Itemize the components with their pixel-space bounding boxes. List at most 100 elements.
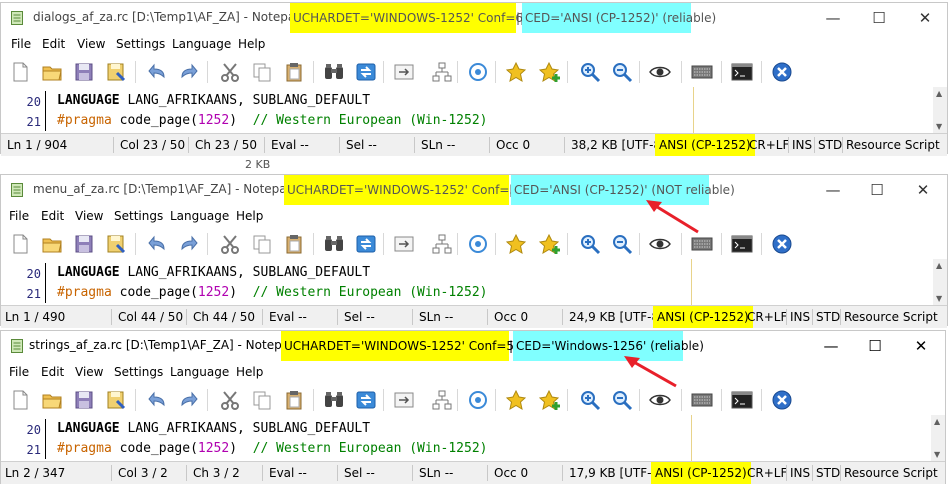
copy-icon[interactable] xyxy=(251,233,273,255)
status-eol[interactable]: CR+LF xyxy=(743,462,791,484)
scroll-up-icon[interactable]: ▲ xyxy=(934,417,940,426)
star-icon[interactable] xyxy=(505,389,527,411)
find-icon[interactable] xyxy=(323,233,345,255)
terminal-icon[interactable] xyxy=(731,61,753,83)
title-bar[interactable]: strings_af_za.rc [D:\Temp1\AF_ZA] - Note… xyxy=(1,331,945,361)
menu-view[interactable]: View xyxy=(77,37,105,51)
status-eol[interactable]: CR+LF xyxy=(743,306,791,328)
open-folder-icon[interactable] xyxy=(41,233,63,255)
title-bar[interactable]: menu_af_za.rc [D:\Temp1\AF_ZA] - Notepad… xyxy=(1,175,947,205)
goto-icon[interactable] xyxy=(393,61,415,83)
status-ins[interactable]: INS xyxy=(786,462,814,484)
keyboard-icon[interactable] xyxy=(691,233,713,255)
scroll-up-icon[interactable]: ▲ xyxy=(936,261,942,270)
star-plus-icon[interactable] xyxy=(538,389,561,411)
scroll-down-icon[interactable]: ▼ xyxy=(934,450,940,459)
minimize-button[interactable]: — xyxy=(823,180,843,200)
scroll-down-icon[interactable]: ▼ xyxy=(936,294,942,303)
replace-icon[interactable] xyxy=(355,61,377,83)
star-plus-icon[interactable] xyxy=(538,233,561,255)
copy-icon[interactable] xyxy=(251,389,273,411)
scroll-down-icon[interactable]: ▼ xyxy=(936,122,942,131)
scroll-up-icon[interactable]: ▲ xyxy=(936,89,942,98)
status-occurrences[interactable]: Occ 0 xyxy=(492,134,534,156)
status-selection[interactable]: Sel -- xyxy=(342,134,381,156)
find-icon[interactable] xyxy=(323,61,345,83)
status-ins[interactable]: INS xyxy=(788,134,816,156)
keyboard-icon[interactable] xyxy=(691,389,713,411)
status-occurrences[interactable]: Occ 0 xyxy=(490,306,532,328)
new-file-icon[interactable] xyxy=(9,233,31,255)
paste-icon[interactable] xyxy=(283,233,305,255)
editor[interactable]: 20 21 LANGUAGE LANG_AFRIKAANS, SUBLANG_D… xyxy=(1,259,947,305)
menu-edit[interactable]: Edit xyxy=(41,209,64,223)
cut-icon[interactable] xyxy=(219,233,241,255)
paste-icon[interactable] xyxy=(283,389,305,411)
menu-language[interactable]: Language xyxy=(170,209,229,223)
terminal-icon[interactable] xyxy=(731,233,753,255)
status-column[interactable]: Col 3 / 2 xyxy=(114,462,172,484)
status-eval[interactable]: Eval -- xyxy=(265,462,311,484)
undo-icon[interactable] xyxy=(147,389,169,411)
menu-view[interactable]: View xyxy=(75,209,103,223)
status-line[interactable]: Ln 2 / 347 xyxy=(1,462,69,484)
status-selected-lines[interactable]: SLn -- xyxy=(415,462,457,484)
undo-icon[interactable] xyxy=(147,61,169,83)
close-button[interactable]: ✕ xyxy=(915,8,935,28)
copy-icon[interactable] xyxy=(251,61,273,83)
menu-help[interactable]: Help xyxy=(238,37,265,51)
replace-icon[interactable] xyxy=(355,233,377,255)
status-line[interactable]: Ln 1 / 904 xyxy=(3,134,71,156)
status-column[interactable]: Col 23 / 50 xyxy=(116,134,189,156)
maximize-button[interactable]: ☐ xyxy=(869,8,889,28)
status-line[interactable]: Ln 1 / 490 xyxy=(1,306,69,328)
cut-icon[interactable] xyxy=(219,61,241,83)
status-eol[interactable]: CR+LF xyxy=(745,134,793,156)
status-selection[interactable]: Sel -- xyxy=(340,462,379,484)
exit-icon[interactable] xyxy=(771,61,793,83)
find-icon[interactable] xyxy=(323,389,345,411)
new-file-icon[interactable] xyxy=(9,61,31,83)
zoom-fit-icon[interactable] xyxy=(467,389,489,411)
terminal-icon[interactable] xyxy=(731,389,753,411)
redo-icon[interactable] xyxy=(177,389,199,411)
paste-icon[interactable] xyxy=(283,61,305,83)
tree-icon[interactable] xyxy=(431,61,453,83)
minimize-button[interactable]: — xyxy=(823,8,843,28)
vertical-scrollbar[interactable]: ▲ ▼ xyxy=(933,259,947,305)
status-selected-lines[interactable]: SLn -- xyxy=(417,134,459,156)
close-button[interactable]: ✕ xyxy=(911,336,931,356)
save-icon[interactable] xyxy=(73,233,95,255)
status-char[interactable]: Ch 44 / 50 xyxy=(189,306,259,328)
goto-icon[interactable] xyxy=(393,233,415,255)
status-eval[interactable]: Eval -- xyxy=(265,306,311,328)
status-eval[interactable]: Eval -- xyxy=(267,134,313,156)
status-encoding[interactable]: ANSI (CP-1252) xyxy=(653,306,753,328)
view-icon[interactable] xyxy=(649,61,671,83)
zoom-in-icon[interactable] xyxy=(579,233,601,255)
vertical-scrollbar[interactable]: ▲ ▼ xyxy=(931,415,945,461)
menu-file[interactable]: File xyxy=(11,37,31,51)
tree-icon[interactable] xyxy=(431,233,453,255)
exit-icon[interactable] xyxy=(771,233,793,255)
menu-edit[interactable]: Edit xyxy=(42,37,65,51)
redo-icon[interactable] xyxy=(177,233,199,255)
status-char[interactable]: Ch 23 / 50 xyxy=(191,134,261,156)
menu-help[interactable]: Help xyxy=(236,365,263,379)
zoom-out-icon[interactable] xyxy=(611,61,633,83)
status-lexer[interactable]: Resource Script xyxy=(840,306,942,328)
status-selected-lines[interactable]: SLn -- xyxy=(415,306,457,328)
save-as-icon[interactable] xyxy=(105,389,127,411)
status-occurrences[interactable]: Occ 0 xyxy=(490,462,532,484)
maximize-button[interactable]: ☐ xyxy=(865,336,885,356)
new-file-icon[interactable] xyxy=(9,389,31,411)
open-folder-icon[interactable] xyxy=(41,389,63,411)
menu-settings[interactable]: Settings xyxy=(114,365,163,379)
editor[interactable]: 20 21 LANGUAGE LANG_AFRIKAANS, SUBLANG_D… xyxy=(1,415,945,461)
menu-language[interactable]: Language xyxy=(170,365,229,379)
menu-file[interactable]: File xyxy=(9,365,29,379)
title-bar[interactable]: dialogs_af_za.rc [D:\Temp1\AF_ZA] - Note… xyxy=(1,3,947,33)
status-lexer[interactable]: Resource Script xyxy=(842,134,944,156)
replace-icon[interactable] xyxy=(355,389,377,411)
zoom-fit-icon[interactable] xyxy=(467,233,489,255)
